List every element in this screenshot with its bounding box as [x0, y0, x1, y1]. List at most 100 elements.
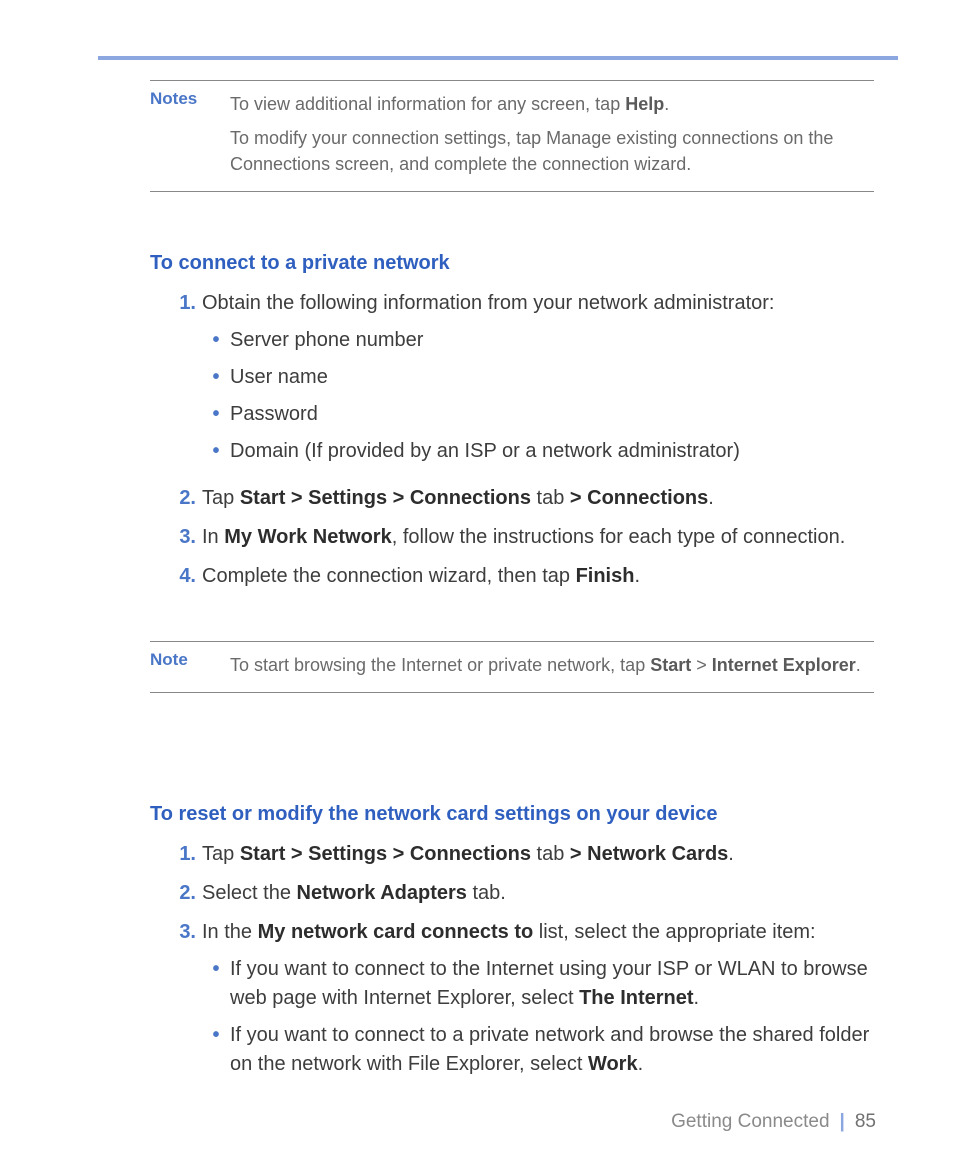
steps-private-network: 1. Obtain the following information from… [150, 289, 874, 591]
text-bold: Internet Explorer [712, 655, 856, 675]
step-number: 1. [150, 289, 202, 318]
page-footer: Getting Connected | 85 [671, 1111, 876, 1133]
bullet-item: •Server phone number [202, 326, 874, 355]
step-3: 3. In the My network card connects to li… [150, 918, 874, 1087]
text: Select the [202, 882, 297, 904]
option-bullets: • If you want to connect to the Internet… [202, 955, 874, 1079]
text-bold: My network card connects to [258, 921, 534, 943]
text: In the [202, 921, 258, 943]
text: . [634, 565, 640, 587]
bullet-item: •Password [202, 400, 874, 429]
text: list, select the appropriate item: [533, 921, 815, 943]
bullet-item: •User name [202, 363, 874, 392]
text: > [691, 655, 712, 675]
step-body: In the My network card connects to list,… [202, 918, 874, 1087]
text: tab. [467, 882, 506, 904]
text-bold: Finish [576, 565, 635, 587]
step-number: 3. [150, 918, 202, 947]
footer-section-title: Getting Connected [671, 1111, 829, 1133]
notes-row: Note To start browsing the Internet or p… [150, 648, 874, 686]
step-number: 3. [150, 523, 202, 552]
step-body: Tap Start > Settings > Connections tab >… [202, 484, 874, 513]
spacer [150, 753, 874, 803]
step-number: 1. [150, 840, 202, 869]
text: . [694, 987, 700, 1009]
step-3: 3. In My Work Network, follow the instru… [150, 523, 874, 552]
text: . [638, 1053, 644, 1075]
step-number: 2. [150, 879, 202, 908]
text-bold: Start > Settings > Connections [240, 487, 531, 509]
text: Tap [202, 487, 240, 509]
notes-text: To view additional information for any s… [230, 87, 874, 185]
step-body: Select the Network Adapters tab. [202, 879, 874, 908]
step-2: 2. Select the Network Adapters tab. [150, 879, 874, 908]
text-bold: > Network Cards [570, 843, 728, 865]
text: To start browsing the Internet or privat… [230, 655, 650, 675]
bullet-text: User name [230, 363, 874, 392]
bullet-icon: • [202, 955, 230, 984]
notes-block-top: Notes To view additional information for… [150, 80, 874, 192]
step-body: Complete the connection wizard, then tap… [202, 562, 874, 591]
text: , follow the instructions for each type … [392, 526, 846, 548]
text-bold: Start [650, 655, 691, 675]
footer-page-number: 85 [855, 1111, 876, 1133]
text: tab [531, 843, 570, 865]
bullet-icon: • [202, 400, 230, 429]
text-bold: The Internet [579, 987, 693, 1009]
text-bold: Help [625, 94, 664, 114]
note-text: To start browsing the Internet or privat… [230, 648, 874, 686]
notes-row: Notes To view additional information for… [150, 87, 874, 185]
bullet-text: Domain (If provided by an ISP or a netwo… [230, 437, 874, 466]
text: . [708, 487, 714, 509]
text: . [856, 655, 861, 675]
bullet-item: • If you want to connect to a private ne… [202, 1021, 874, 1079]
text: To view additional information for any s… [230, 94, 625, 114]
text: . [728, 843, 734, 865]
bullet-item: •Domain (If provided by an ISP or a netw… [202, 437, 874, 466]
bullet-text: If you want to connect to the Internet u… [230, 955, 874, 1013]
footer-separator-icon: | [840, 1111, 845, 1133]
step-body: In My Work Network, follow the instructi… [202, 523, 874, 552]
bullet-text: If you want to connect to a private netw… [230, 1021, 874, 1079]
step-4: 4. Complete the connection wizard, then … [150, 562, 874, 591]
step-1: 1. Tap Start > Settings > Connections ta… [150, 840, 874, 869]
note-line: To start browsing the Internet or privat… [230, 652, 874, 678]
top-divider [98, 56, 898, 60]
steps-network-card: 1. Tap Start > Settings > Connections ta… [150, 840, 874, 1087]
text: Obtain the following information from yo… [202, 292, 774, 314]
note-label: Note [150, 648, 230, 670]
bullet-icon: • [202, 437, 230, 466]
text: . [664, 94, 669, 114]
text-bold: Work [588, 1053, 638, 1075]
note-block-middle: Note To start browsing the Internet or p… [150, 641, 874, 693]
notes-line-2: To modify your connection settings, tap … [230, 125, 874, 177]
bullet-icon: • [202, 326, 230, 355]
step-body: Obtain the following information from yo… [202, 289, 874, 474]
bullet-text: Server phone number [230, 326, 874, 355]
text: Tap [202, 843, 240, 865]
text: tab [531, 487, 570, 509]
step-1: 1. Obtain the following information from… [150, 289, 874, 474]
notes-label: Notes [150, 87, 230, 109]
bullet-icon: • [202, 1021, 230, 1050]
text: Complete the connection wizard, then tap [202, 565, 576, 587]
text-bold: Start > Settings > Connections [240, 843, 531, 865]
bullet-icon: • [202, 363, 230, 392]
spacer [150, 601, 874, 641]
text-bold: > Connections [570, 487, 708, 509]
step-number: 2. [150, 484, 202, 513]
step-body: Tap Start > Settings > Connections tab >… [202, 840, 874, 869]
section-heading-network-card: To reset or modify the network card sett… [150, 803, 874, 826]
page-content: Notes To view additional information for… [150, 80, 874, 1097]
info-bullets: •Server phone number •User name •Passwor… [202, 326, 874, 466]
bullet-text: Password [230, 400, 874, 429]
text: If you want to connect to a private netw… [230, 1024, 869, 1075]
text: In [202, 526, 224, 548]
step-2: 2. Tap Start > Settings > Connections ta… [150, 484, 874, 513]
bullet-item: • If you want to connect to the Internet… [202, 955, 874, 1013]
text-bold: My Work Network [224, 526, 391, 548]
section-heading-private-network: To connect to a private network [150, 252, 874, 275]
notes-line-1: To view additional information for any s… [230, 91, 874, 117]
step-number: 4. [150, 562, 202, 591]
text: If you want to connect to the Internet u… [230, 958, 868, 1009]
